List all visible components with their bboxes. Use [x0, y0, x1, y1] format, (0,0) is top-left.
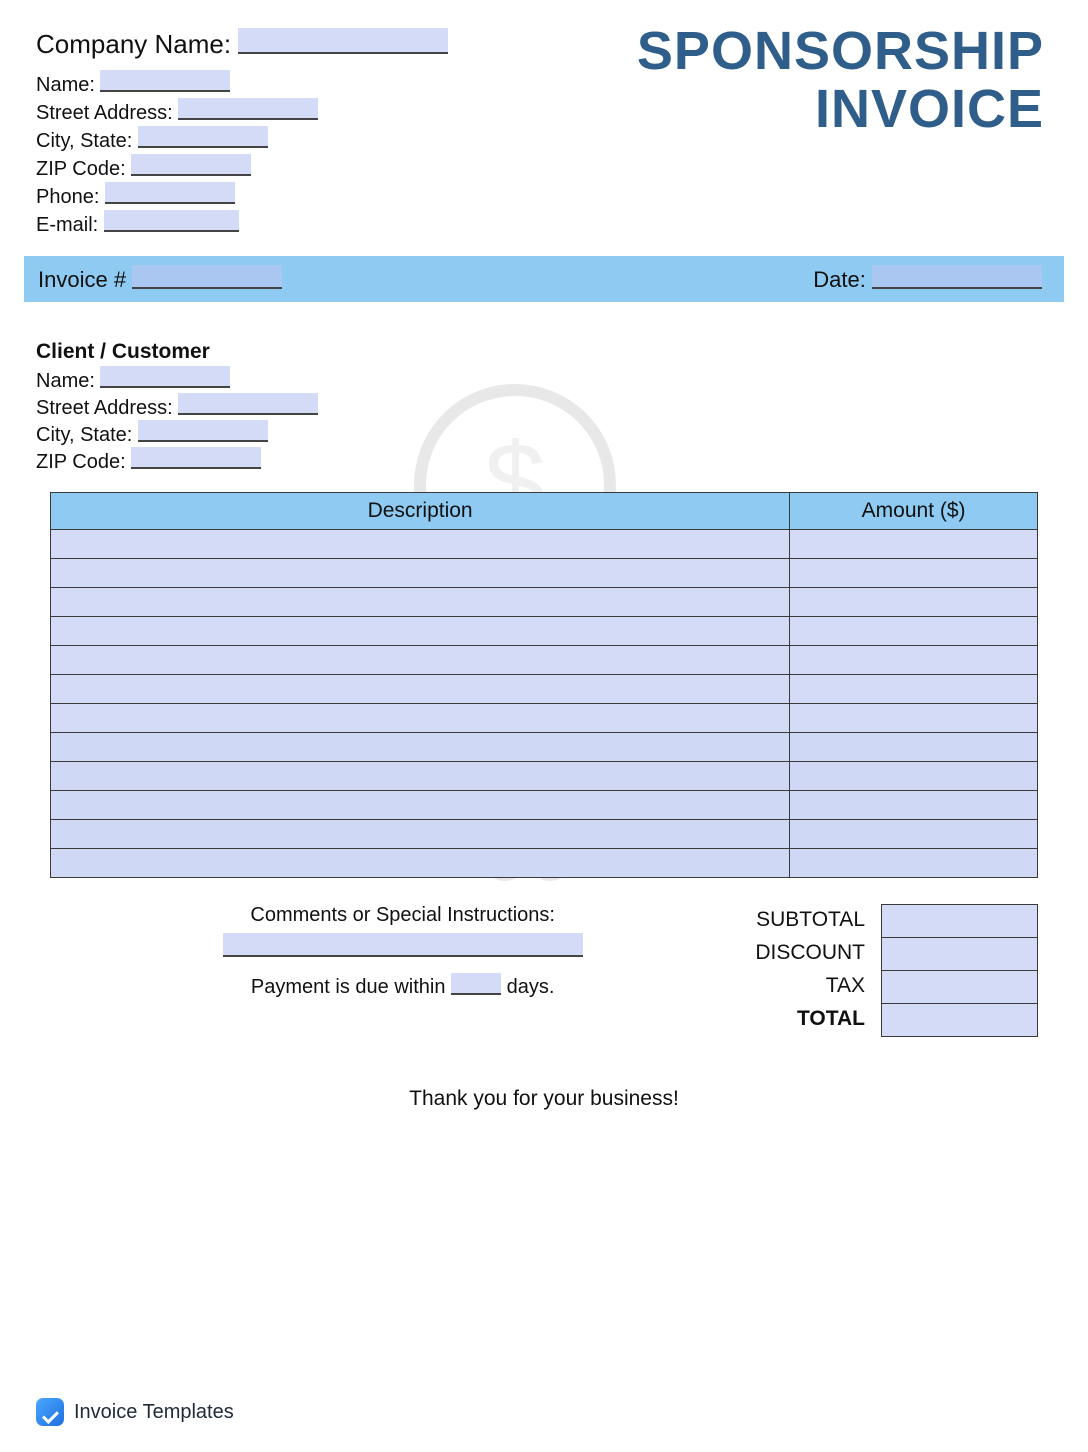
payment-due-days-input[interactable] [451, 973, 501, 995]
description-cell[interactable] [51, 704, 790, 733]
from-email-input[interactable] [104, 210, 239, 232]
from-street-input[interactable] [178, 98, 318, 120]
table-row [51, 530, 1038, 559]
comments-input[interactable] [223, 933, 583, 957]
invoice-date-label: Date: [813, 267, 866, 292]
thank-you-message: Thank you for your business! [24, 1087, 1064, 1111]
discount-input[interactable] [882, 938, 1038, 971]
table-row [51, 646, 1038, 675]
discount-label: DISCOUNT [755, 937, 865, 970]
amount-cell[interactable] [790, 617, 1038, 646]
amount-cell[interactable] [790, 559, 1038, 588]
amount-cell[interactable] [790, 791, 1038, 820]
payment-due-prefix: Payment is due within [251, 976, 446, 998]
table-row [51, 617, 1038, 646]
amount-cell[interactable] [790, 733, 1038, 762]
description-cell[interactable] [51, 559, 790, 588]
table-row [51, 704, 1038, 733]
amount-cell[interactable] [790, 530, 1038, 559]
invoice-number-input[interactable] [132, 265, 282, 289]
table-row [51, 762, 1038, 791]
page-title: SPONSORSHIP INVOICE [637, 22, 1064, 139]
from-city-label: City, State: [36, 130, 132, 153]
client-street-label: Street Address: [36, 397, 173, 419]
from-email-label: E-mail: [36, 214, 98, 237]
from-zip-input[interactable] [131, 154, 251, 176]
col-description: Description [51, 493, 790, 530]
table-row [51, 675, 1038, 704]
company-name-input[interactable] [238, 28, 448, 54]
total-input[interactable] [882, 1004, 1038, 1037]
client-zip-label: ZIP Code: [36, 451, 126, 473]
payment-due-suffix: days. [507, 976, 555, 998]
amount-cell[interactable] [790, 849, 1038, 878]
amount-cell[interactable] [790, 820, 1038, 849]
client-heading: Client / Customer [36, 340, 1064, 364]
client-street-input[interactable] [178, 393, 318, 415]
subtotal-input[interactable] [882, 905, 1038, 938]
amount-cell[interactable] [790, 704, 1038, 733]
total-label: TOTAL [755, 1003, 865, 1036]
from-city-input[interactable] [138, 126, 268, 148]
tax-input[interactable] [882, 971, 1038, 1004]
description-cell[interactable] [51, 617, 790, 646]
description-cell[interactable] [51, 588, 790, 617]
description-cell[interactable] [51, 733, 790, 762]
invoice-number-label: Invoice # [38, 267, 126, 292]
client-city-input[interactable] [138, 420, 268, 442]
table-row [51, 588, 1038, 617]
description-cell[interactable] [51, 820, 790, 849]
client-zip-input[interactable] [131, 447, 261, 469]
table-row [51, 733, 1038, 762]
invoice-info-bar: Invoice # Date: [24, 256, 1064, 302]
company-name-label: Company Name: [36, 29, 231, 59]
client-name-input[interactable] [100, 366, 230, 388]
client-name-label: Name: [36, 370, 95, 392]
comments-label: Comments or Special Instructions: [50, 904, 755, 927]
description-cell[interactable] [51, 646, 790, 675]
col-amount: Amount ($) [790, 493, 1038, 530]
amount-cell[interactable] [790, 646, 1038, 675]
table-row [51, 791, 1038, 820]
from-phone-label: Phone: [36, 186, 99, 209]
from-zip-label: ZIP Code: [36, 158, 126, 181]
subtotal-label: SUBTOTAL [755, 904, 865, 937]
table-row [51, 849, 1038, 878]
brand-check-icon [36, 1398, 64, 1426]
description-cell[interactable] [51, 791, 790, 820]
description-cell[interactable] [51, 849, 790, 878]
description-cell[interactable] [51, 530, 790, 559]
footer-brand-text: Invoice Templates [74, 1401, 234, 1424]
table-row [51, 820, 1038, 849]
description-cell[interactable] [51, 762, 790, 791]
from-phone-input[interactable] [105, 182, 235, 204]
footer-brand: Invoice Templates [36, 1398, 234, 1426]
client-city-label: City, State: [36, 424, 132, 446]
from-street-label: Street Address: [36, 102, 173, 125]
line-items-table: Description Amount ($) [50, 492, 1038, 878]
table-row [51, 559, 1038, 588]
description-cell[interactable] [51, 675, 790, 704]
amount-cell[interactable] [790, 675, 1038, 704]
amount-cell[interactable] [790, 762, 1038, 791]
invoice-date-input[interactable] [872, 265, 1042, 289]
tax-label: TAX [755, 970, 865, 1003]
from-name-label: Name: [36, 74, 95, 97]
amount-cell[interactable] [790, 588, 1038, 617]
from-name-input[interactable] [100, 70, 230, 92]
